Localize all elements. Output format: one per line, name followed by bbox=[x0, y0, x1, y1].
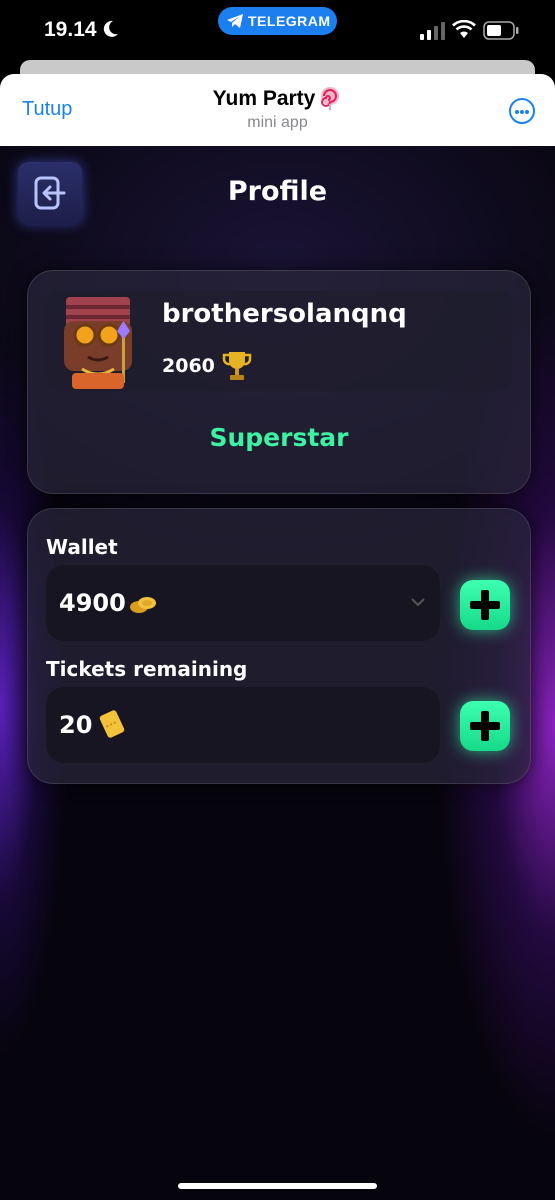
more-dot bbox=[525, 110, 529, 114]
chevron-down-icon[interactable] bbox=[411, 597, 425, 607]
app-title-text: Yum Party bbox=[212, 87, 316, 110]
more-options-button[interactable] bbox=[509, 98, 535, 124]
tickets-label: Tickets remaining bbox=[46, 657, 248, 681]
trophy-icon bbox=[222, 352, 252, 380]
profile-card: brothersolanqnq 2060 Superstar bbox=[27, 270, 531, 494]
wallet-balance-field[interactable]: 4900 bbox=[46, 565, 440, 641]
telegram-return-pill[interactable]: TELEGRAM bbox=[218, 7, 337, 35]
page-title: Profile bbox=[227, 176, 328, 207]
status-time: 19.14 bbox=[44, 18, 97, 41]
ticket-icon bbox=[99, 710, 125, 738]
tickets-count: 20 bbox=[59, 711, 93, 739]
moon-icon bbox=[103, 20, 118, 37]
rank-title: Superstar bbox=[209, 423, 349, 452]
avatar[interactable] bbox=[52, 291, 144, 389]
telegram-pill-label: TELEGRAM bbox=[248, 13, 331, 29]
wifi-icon bbox=[452, 20, 476, 38]
telegram-plane-icon bbox=[227, 14, 243, 28]
trophy-count: 2060 bbox=[162, 355, 215, 377]
add-coins-button[interactable] bbox=[460, 580, 510, 630]
more-dot bbox=[515, 110, 519, 114]
wallet-amount: 4900 bbox=[59, 589, 126, 617]
more-dot bbox=[520, 110, 524, 114]
profile-summary: brothersolanqnq 2060 bbox=[46, 291, 512, 391]
wallet-label: Wallet bbox=[46, 535, 118, 559]
cellular-signal-icon bbox=[420, 22, 445, 40]
home-indicator[interactable] bbox=[178, 1183, 377, 1189]
add-tickets-button[interactable] bbox=[460, 701, 510, 751]
wallet-card: Wallet 4900 Tickets remaining 20 bbox=[27, 508, 531, 784]
battery-icon bbox=[483, 21, 519, 40]
status-bar: 19.14 TELEGRAM bbox=[0, 0, 555, 64]
app-content: Profile brothersolanqnq 2060 Superstar W… bbox=[0, 146, 555, 1200]
username: brothersolanqnq bbox=[162, 299, 407, 329]
app-title: Yum Party bbox=[0, 86, 555, 111]
tickets-field: 20 bbox=[46, 687, 440, 763]
coins-icon bbox=[130, 597, 156, 613]
telegram-header: Tutup Yum Party mini app bbox=[0, 74, 555, 146]
lollipop-icon bbox=[321, 87, 340, 110]
app-subtitle: mini app bbox=[247, 114, 308, 131]
